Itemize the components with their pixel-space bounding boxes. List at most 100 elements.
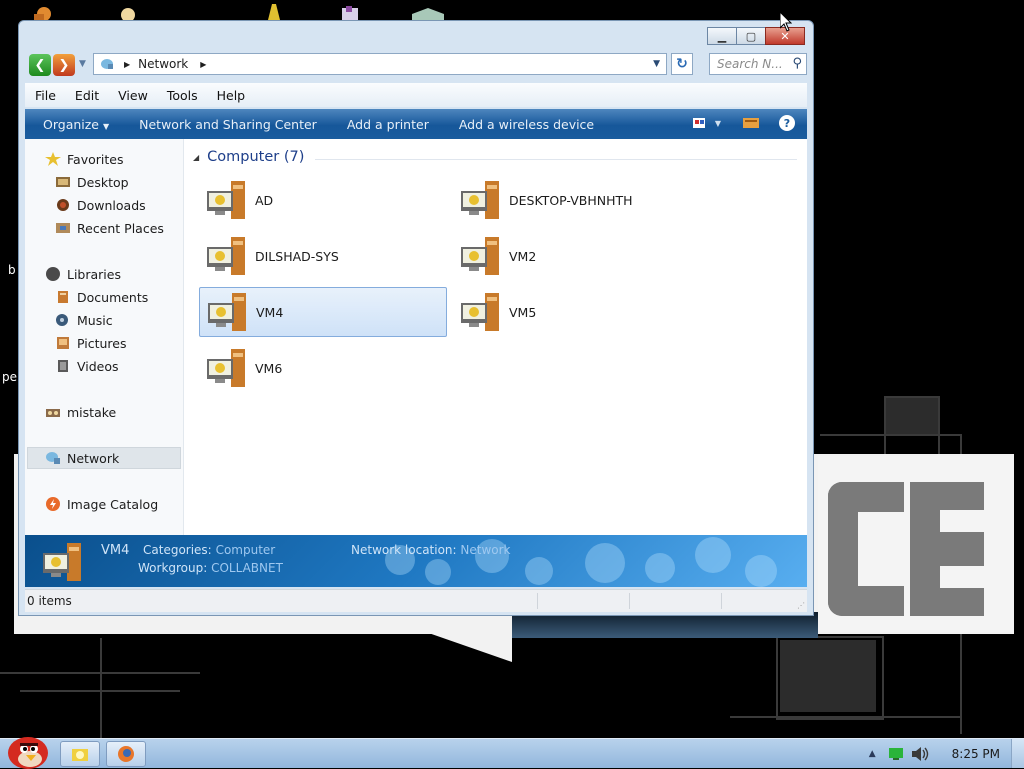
computer-name: DESKTOP-VBHNHTH [509, 192, 633, 208]
recent-places-icon [56, 223, 70, 233]
preview-pane-icon[interactable] [743, 116, 759, 130]
refresh-icon: ↻ [676, 56, 688, 72]
details-decoration [585, 543, 625, 583]
nav-pictures[interactable]: Pictures [55, 332, 127, 354]
computer-icon [461, 293, 499, 331]
breadcrumb-separator-icon[interactable]: ▶ [124, 60, 130, 69]
computer-icon [207, 349, 245, 387]
explorer-window: ▁ ▢ ✕ ❮ ❯ ▼ ▶ Network ▶ ▼ ↻ Search N... … [18, 20, 814, 616]
menu-view[interactable]: View [108, 88, 157, 103]
computer-item[interactable]: VM5 [453, 287, 701, 337]
address-bar[interactable]: ▶ Network ▶ ▼ [93, 53, 667, 75]
desktop-shortcut-icon[interactable] [338, 4, 362, 20]
desktop-shortcut-icon[interactable] [30, 4, 54, 20]
nav-downloads[interactable]: Downloads [55, 194, 146, 216]
computer-icon [461, 181, 499, 219]
collapse-triangle-icon[interactable]: ◢ [193, 153, 199, 162]
group-header-computer[interactable]: ◢ Computer (7) [193, 149, 304, 165]
nav-recent-places[interactable]: Recent Places [55, 217, 164, 239]
start-button-icon[interactable] [2, 731, 50, 769]
nav-network[interactable]: Network [27, 447, 181, 469]
view-options-icon[interactable] [692, 116, 709, 130]
nav-label: Desktop [77, 174, 129, 190]
computer-icon [207, 181, 245, 219]
details-decoration [745, 555, 777, 587]
taskbar-clock[interactable]: 8:25 PM [952, 747, 1000, 761]
details-label: Categories: [143, 543, 212, 557]
show-hidden-icons-icon[interactable]: ▲ [869, 749, 876, 759]
menu-help[interactable]: Help [207, 88, 255, 103]
computer-item[interactable]: VM6 [199, 343, 447, 393]
breadcrumb-separator-icon[interactable]: ▶ [200, 60, 206, 69]
taskbar-explorer-button[interactable] [60, 741, 100, 767]
navigation-row: ❮ ❯ ▼ ▶ Network ▶ ▼ ↻ Search N... ⚲ [27, 53, 807, 77]
chevron-down-icon: ▼ [102, 121, 110, 131]
show-desktop-button[interactable] [1011, 739, 1024, 768]
add-wireless-device-button[interactable]: Add a wireless device [459, 117, 594, 132]
firefox-icon [118, 746, 134, 762]
volume-icon[interactable] [911, 747, 930, 761]
group-divider [315, 159, 797, 160]
nav-music[interactable]: Music [55, 309, 113, 331]
menu-edit[interactable]: Edit [65, 88, 108, 103]
breadcrumb-network[interactable]: Network [138, 57, 188, 71]
nav-label: Favorites [67, 151, 124, 167]
nav-label: mistake [67, 404, 117, 420]
menu-file[interactable]: File [25, 88, 65, 103]
resize-grip-icon[interactable]: ⋰ [797, 601, 805, 610]
organize-button[interactable]: Organize ▼ [43, 117, 109, 132]
address-dropdown-icon[interactable]: ▼ [653, 59, 660, 69]
add-printer-button[interactable]: Add a printer [347, 117, 429, 132]
nav-libraries[interactable]: Libraries [45, 263, 121, 285]
network-status-icon[interactable] [888, 747, 904, 761]
command-bar-right: ▼ ? [679, 115, 795, 131]
back-button[interactable]: ❮ [29, 54, 51, 76]
forward-arrow-icon: ❯ [58, 57, 70, 73]
pictures-icon [57, 337, 69, 349]
network-sharing-center-button[interactable]: Network and Sharing Center [139, 117, 317, 132]
details-label: Workgroup: [138, 561, 208, 575]
forward-button[interactable]: ❯ [53, 54, 75, 76]
recent-pages-dropdown-icon[interactable]: ▼ [79, 59, 86, 69]
nav-favorites[interactable]: Favorites [45, 148, 123, 170]
search-placeholder: Search N... [717, 57, 783, 71]
view-options-dropdown-icon[interactable]: ▼ [715, 119, 721, 128]
computer-item[interactable]: DILSHAD-SYS [199, 231, 447, 281]
logo-letter-shape [910, 482, 984, 616]
computer-item[interactable]: DESKTOP-VBHNHTH [453, 175, 701, 225]
desktop-shortcut-icon[interactable] [408, 4, 448, 20]
desktop-folder-icon [56, 177, 70, 187]
menu-tools[interactable]: Tools [157, 88, 207, 103]
taskbar-firefox-button[interactable] [106, 741, 146, 767]
desktop-shortcut-icon[interactable] [262, 4, 286, 20]
details-decoration [525, 557, 553, 585]
help-icon[interactable]: ? [779, 115, 795, 131]
music-icon [56, 314, 68, 326]
refresh-button[interactable]: ↻ [671, 53, 693, 75]
nav-videos[interactable]: Videos [55, 355, 119, 377]
nav-label: Image Catalog [67, 496, 159, 512]
mouse-cursor-icon [780, 12, 792, 32]
details-workgroup: Workgroup: COLLABNET [138, 561, 283, 575]
details-decoration [425, 559, 451, 585]
computer-icon [208, 293, 246, 331]
maximize-button[interactable]: ▢ [736, 27, 766, 45]
desktop-decoration [820, 434, 962, 436]
details-pane: VM4 Categories: Computer Network locatio… [25, 535, 807, 587]
details-name: VM4 [101, 543, 130, 558]
nav-label: Music [77, 312, 113, 328]
search-icon[interactable]: ⚲ [792, 56, 802, 71]
computer-name: DILSHAD-SYS [255, 248, 339, 264]
desktop-shortcut-icon[interactable] [116, 4, 140, 20]
minimize-button[interactable]: ▁ [707, 27, 737, 45]
nav-label: Network [67, 450, 120, 466]
desktop-decoration [100, 638, 102, 738]
nav-homegroup[interactable]: mistake [45, 401, 116, 423]
computer-item-selected[interactable]: VM4 [199, 287, 447, 337]
nav-documents[interactable]: Documents [55, 286, 148, 308]
computer-item[interactable]: VM2 [453, 231, 701, 281]
nav-desktop[interactable]: Desktop [55, 171, 129, 193]
nav-image-catalog[interactable]: Image Catalog [45, 493, 158, 515]
computer-item[interactable]: AD [199, 175, 447, 225]
search-input[interactable]: Search N... ⚲ [709, 53, 807, 75]
